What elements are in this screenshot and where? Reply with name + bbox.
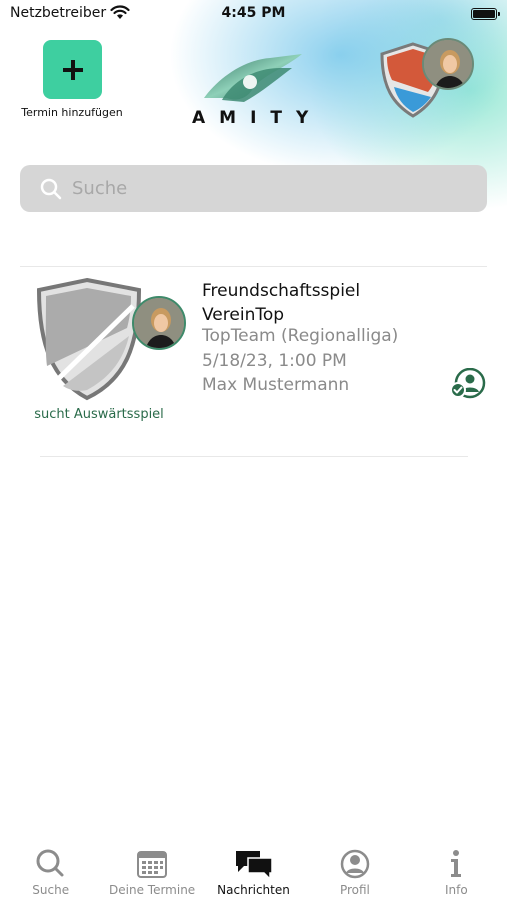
info-icon — [451, 850, 462, 877]
tab-suche[interactable]: Suche — [0, 838, 101, 900]
tab-info[interactable]: Info — [406, 838, 507, 900]
user-avatar — [132, 296, 186, 350]
tab-nachrichten[interactable]: Nachrichten — [203, 838, 304, 900]
tab-label: Profil — [339, 883, 370, 897]
chat-bubbles-icon — [235, 851, 273, 880]
match-team: TopTeam (Regionalliga) — [202, 326, 399, 346]
tab-label: Nachrichten — [217, 883, 290, 897]
tab-deine-termine[interactable]: Deine Termine — [101, 838, 202, 900]
user-accepted-icon — [450, 368, 486, 399]
search-input[interactable] — [72, 171, 472, 205]
add-appointment-label[interactable]: Termin hinzufügen — [12, 106, 132, 119]
profile-avatar[interactable] — [422, 38, 474, 90]
match-status-label: sucht Auswärtsspiel — [34, 407, 164, 422]
match-title-line1: Freundschaftsspiel — [202, 281, 361, 301]
add-appointment-button[interactable] — [43, 40, 102, 99]
search-icon — [40, 178, 62, 200]
status-time: 4:45 PM — [221, 5, 286, 21]
tab-label: Suche — [32, 883, 70, 897]
divider — [40, 456, 468, 457]
search-bar[interactable] — [20, 165, 487, 212]
tab-label: Info — [444, 883, 468, 897]
match-title: Freundschaftsspiel VereinTop — [202, 279, 360, 327]
battery-icon — [471, 8, 500, 20]
match-date: 5/18/23, 1:00 PM — [202, 351, 347, 371]
match-title-line2: VereinTop — [202, 305, 285, 325]
match-user: Max Mustermann — [202, 375, 350, 395]
plus-icon — [62, 59, 83, 80]
match-list-item[interactable]: sucht Auswärtsspiel Freundschaftsspiel V… — [20, 268, 487, 454]
calendar-icon — [137, 851, 168, 878]
team-shield-icon — [36, 277, 142, 401]
profile-icon — [340, 849, 370, 879]
divider — [20, 266, 487, 267]
search-icon — [36, 849, 64, 877]
tab-profil[interactable]: Profil — [304, 838, 405, 900]
amity-logo-text: AMITY — [192, 108, 323, 128]
status-bar: Netzbetreiber 4:45 PM — [0, 0, 507, 28]
tab-bar: Suche Deine Termine Nachrichten Profil I… — [0, 838, 507, 900]
tab-label: Deine Termine — [109, 883, 196, 897]
